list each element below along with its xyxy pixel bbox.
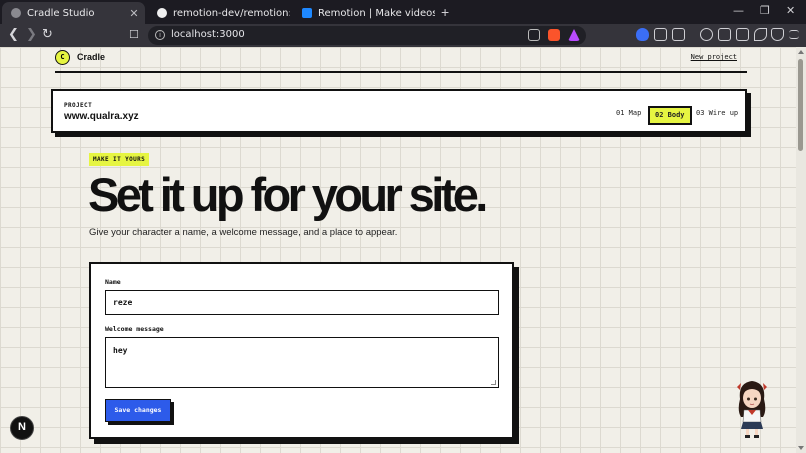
step-body[interactable]: 02 Body bbox=[648, 106, 692, 125]
page-viewport: C Cradle New project PROJECT www.qualra.… bbox=[0, 47, 806, 453]
music-icon[interactable] bbox=[700, 28, 713, 41]
forward-icon[interactable]: ❯ bbox=[26, 27, 37, 42]
save-changes-button[interactable]: Save changes bbox=[105, 399, 171, 422]
page-subtitle: Give your character a name, a welcome me… bbox=[89, 227, 398, 238]
restore-icon[interactable]: ❐ bbox=[760, 4, 770, 17]
page-scrollbar[interactable] bbox=[796, 47, 806, 453]
bookmark-icon[interactable]: ☐ bbox=[129, 28, 139, 41]
new-project-link[interactable]: New project bbox=[691, 53, 737, 61]
tab-title: Cradle Studio bbox=[27, 7, 95, 19]
reload-icon[interactable]: ↻ bbox=[42, 27, 53, 42]
tab-remotion-github[interactable]: remotion-dev/remotion: 🎬 Make vi bbox=[148, 2, 290, 24]
nextjs-devtools-icon[interactable]: N bbox=[10, 416, 34, 440]
cradle-logo-icon: C bbox=[55, 50, 70, 65]
brave-rewards-icon[interactable] bbox=[568, 29, 580, 41]
project-label: PROJECT bbox=[64, 102, 93, 109]
leo-ai-icon[interactable] bbox=[754, 28, 767, 41]
name-input[interactable]: reze bbox=[105, 290, 499, 315]
tab-cradle-studio[interactable]: Cradle Studio ✕ bbox=[2, 2, 145, 24]
site-info-icon[interactable]: i bbox=[155, 30, 165, 40]
character-mascot[interactable] bbox=[734, 377, 770, 439]
close-window-icon[interactable]: ✕ bbox=[786, 4, 795, 17]
extensions-icon[interactable] bbox=[654, 28, 667, 41]
share-icon[interactable] bbox=[528, 29, 540, 41]
welcome-message-textarea[interactable]: hey bbox=[105, 337, 499, 388]
url-text[interactable]: localhost:3000 bbox=[171, 29, 245, 40]
brave-shields-icon[interactable] bbox=[548, 29, 560, 41]
tab-title: remotion-dev/remotion: 🎬 Make vi bbox=[173, 7, 290, 19]
vpn-icon[interactable] bbox=[771, 28, 784, 41]
wallet-icon[interactable] bbox=[736, 28, 749, 41]
new-tab-button[interactable]: + bbox=[441, 4, 449, 20]
tab-remotion-docs[interactable]: Remotion | Make videos programma bbox=[293, 2, 435, 24]
back-icon[interactable]: ❮ bbox=[8, 27, 19, 42]
browser-tab-bar: Cradle Studio ✕ remotion-dev/remotion: 🎬… bbox=[0, 0, 806, 24]
step-wire-up[interactable]: 03 Wire up bbox=[691, 106, 743, 125]
name-label: Name bbox=[105, 278, 121, 286]
sidebar-icon[interactable] bbox=[718, 28, 731, 41]
minimize-icon[interactable]: — bbox=[733, 4, 744, 17]
menu-icon[interactable] bbox=[789, 30, 799, 39]
settings-form: Name reze Welcome message hey Save chang… bbox=[89, 262, 514, 439]
resize-handle-icon[interactable] bbox=[491, 380, 496, 385]
reading-list-icon[interactable] bbox=[672, 28, 685, 41]
welcome-message-label: Welcome message bbox=[105, 325, 164, 333]
close-tab-icon[interactable]: ✕ bbox=[127, 7, 141, 20]
make-it-yours-badge: MAKE IT YOURS bbox=[89, 153, 150, 166]
remotion-icon bbox=[302, 8, 312, 18]
project-card: PROJECT www.qualra.xyz 01 Map 02 Body 03… bbox=[51, 89, 747, 133]
github-icon bbox=[157, 8, 167, 18]
brand-name: Cradle bbox=[77, 52, 106, 62]
browser-toolbar: ❮ ❯ ↻ ☐ i localhost:3000 bbox=[0, 24, 806, 47]
project-name: www.qualra.xyz bbox=[64, 111, 139, 122]
step-map[interactable]: 01 Map bbox=[611, 106, 646, 125]
address-bar[interactable]: i localhost:3000 bbox=[148, 26, 586, 45]
tab-title: Remotion | Make videos programma bbox=[318, 7, 435, 19]
page-headline: Set it up for your site. bbox=[88, 168, 488, 221]
bitwarden-icon[interactable] bbox=[636, 28, 649, 41]
welcome-message-value: hey bbox=[113, 346, 128, 355]
scrollbar-thumb[interactable] bbox=[798, 59, 803, 151]
globe-icon bbox=[11, 8, 21, 18]
scroll-down-icon[interactable] bbox=[798, 446, 804, 450]
scroll-up-icon[interactable] bbox=[798, 50, 804, 54]
app-header: C Cradle New project bbox=[55, 47, 747, 73]
